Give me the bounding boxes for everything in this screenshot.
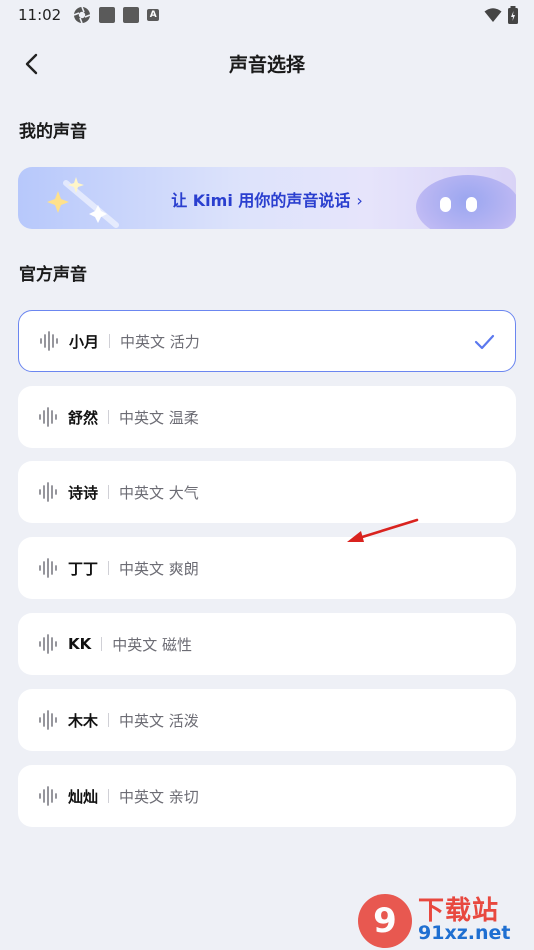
- battery-icon: [508, 6, 518, 24]
- voice-option-mumu[interactable]: 木木 中英文 活泼: [18, 689, 516, 751]
- voice-option-kk[interactable]: KK 中英文 磁性: [18, 613, 516, 675]
- voice-description: 中英文 亲切: [119, 787, 199, 806]
- banner-text: 让 Kimi 用你的声音说话: [171, 191, 351, 210]
- watermark-badge: 9: [358, 894, 412, 948]
- divider: [101, 637, 103, 651]
- aperture-icon: [73, 6, 91, 24]
- status-time: 11:02: [18, 6, 62, 24]
- voice-description: 中英文 大气: [119, 483, 199, 502]
- voice-description: 中英文 活力: [120, 332, 200, 351]
- chevron-right-icon: ›: [356, 191, 363, 210]
- voice-description: 中英文 活泼: [119, 711, 199, 730]
- sound-wave-icon: [40, 331, 58, 351]
- my-voice-section-title: 我的声音: [19, 122, 87, 142]
- voice-option-dingding[interactable]: 丁丁 中英文 爽朗: [18, 537, 516, 599]
- divider: [108, 561, 110, 575]
- status-bar: 11:02 A: [0, 0, 534, 30]
- voice-description: 中英文 爽朗: [119, 559, 199, 578]
- voice-name: KK: [68, 635, 92, 653]
- voice-description: 中英文 温柔: [119, 408, 199, 427]
- voice-option-cancan[interactable]: 灿灿 中英文 亲切: [18, 765, 516, 827]
- divider: [108, 485, 110, 499]
- sound-wave-icon: [39, 634, 57, 654]
- top-bar: 声音选择: [0, 40, 534, 84]
- voice-name: 诗诗: [68, 483, 99, 502]
- mascot-eye: [466, 197, 477, 212]
- notification-square-icon: [123, 7, 140, 23]
- divider: [109, 334, 111, 348]
- check-icon: [474, 334, 495, 350]
- official-voice-section-title: 官方声音: [19, 265, 87, 285]
- notification-square-icon: [99, 7, 116, 23]
- app-letter-icon: A: [147, 9, 160, 21]
- page-title: 声音选择: [228, 54, 305, 76]
- divider: [108, 713, 110, 727]
- voice-option-xiaoyue[interactable]: 小月 中英文 活力: [18, 310, 516, 372]
- sound-wave-icon: [39, 558, 57, 578]
- divider: [108, 789, 110, 803]
- voice-name: 丁丁: [68, 559, 99, 578]
- sound-wave-icon: [39, 407, 57, 427]
- sound-wave-icon: [39, 482, 57, 502]
- sound-wave-icon: [39, 710, 57, 730]
- divider: [108, 410, 110, 424]
- voice-option-shishi[interactable]: 诗诗 中英文 大气: [18, 461, 516, 523]
- voice-name: 舒然: [68, 408, 99, 427]
- voice-name: 灿灿: [68, 787, 99, 806]
- voice-description: 中英文 磁性: [112, 635, 193, 654]
- voice-option-shuran[interactable]: 舒然 中英文 温柔: [18, 386, 516, 448]
- status-notification-icons: A: [73, 6, 160, 24]
- watermark-domain: 91xz.net: [418, 922, 511, 944]
- watermark-logo: 9 下载站 91xz.net: [358, 890, 530, 950]
- annotation-arrow-icon: [347, 518, 419, 542]
- voice-name: 木木: [68, 711, 99, 730]
- mascot-eye: [440, 197, 451, 212]
- kimi-mascot-icon: [416, 175, 516, 229]
- sound-wave-icon: [39, 786, 57, 806]
- clone-voice-banner[interactable]: 让 Kimi 用你的声音说话 ›: [18, 167, 516, 229]
- wifi-icon: [484, 8, 502, 22]
- voice-name: 小月: [69, 332, 100, 351]
- status-system-icons: [484, 6, 518, 24]
